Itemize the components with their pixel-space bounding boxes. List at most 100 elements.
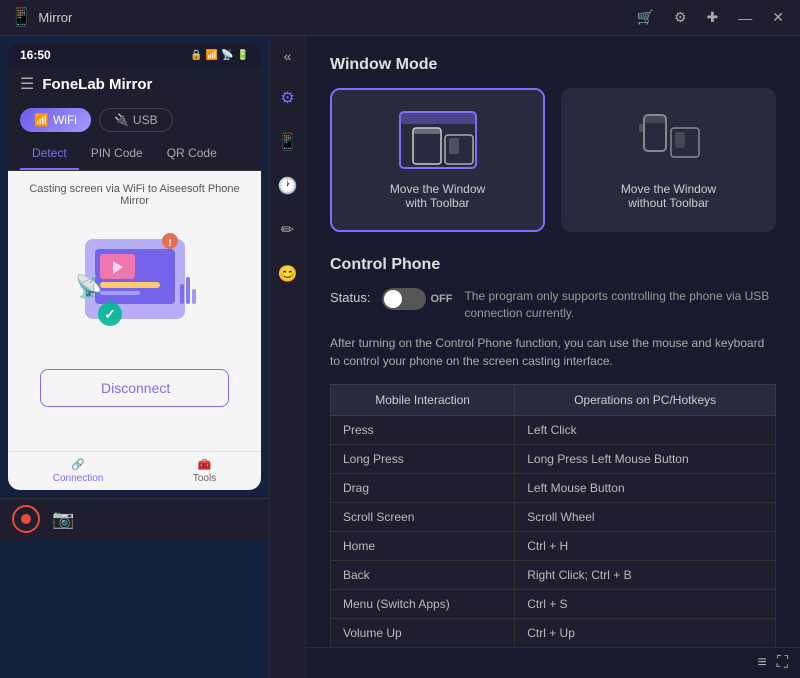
nav-tools[interactable]: 🧰 Tools (193, 458, 216, 484)
table-row: Menu (Switch Apps)Ctrl + S (331, 589, 776, 618)
mobile-interaction-cell: Long Press (331, 444, 515, 473)
table-row: HomeCtrl + H (331, 531, 776, 560)
bottom-right-bar: ≡ ⛶ (306, 647, 800, 678)
tools-icon: 🧰 (198, 458, 212, 471)
mobile-interaction-cell: Menu (Switch Apps) (331, 589, 515, 618)
svg-text:✓: ✓ (104, 306, 116, 322)
illustration-svg: ✓ 📡 ! (45, 219, 225, 359)
pc-hotkey-cell: Ctrl + H (515, 531, 776, 560)
svg-text:📡: 📡 (75, 272, 102, 299)
window-controls: 🛒 ⚙ ✚ — ✕ (631, 7, 790, 28)
usb-btn-icon: 🔌 (114, 113, 129, 127)
table-row: DragLeft Mouse Button (331, 473, 776, 502)
sidebar-collapse-button[interactable]: « (280, 44, 296, 68)
disconnect-button[interactable]: Disconnect (40, 369, 229, 407)
hotkey-table: Mobile Interaction Operations on PC/Hotk… (330, 384, 776, 647)
pc-hotkey-cell: Ctrl + S (515, 589, 776, 618)
connection-type-row: 📶 WiFi 🔌 USB (8, 102, 261, 138)
pc-hotkey-cell: Left Mouse Button (515, 473, 776, 502)
card-without-toolbar-label: Move the Windowwithout Toolbar (621, 182, 716, 210)
phone-nav: 🔗 Connection 🧰 Tools (8, 451, 261, 490)
minimize-button[interactable]: — (732, 8, 758, 28)
connection-icon: 🔗 (71, 458, 85, 471)
right-content: Window Mode Move the Windowwith Toolbar (306, 36, 800, 647)
window-mode-title: Window Mode (330, 56, 776, 74)
sidebar: « ⚙ 📱 🕐 ✏ 😊 (270, 36, 306, 678)
mobile-interaction-cell: Press (331, 415, 515, 444)
sidebar-phone-icon[interactable]: 📱 (274, 128, 302, 156)
mobile-interaction-cell: Home (331, 531, 515, 560)
window-card-without-toolbar[interactable]: Move the Windowwithout Toolbar (561, 88, 776, 232)
status-desc: The program only supports controlling th… (464, 288, 776, 322)
sidebar-emoji-icon[interactable]: 😊 (274, 260, 302, 288)
cart-icon[interactable]: 🛒 (631, 7, 660, 28)
phone-time: 16:50 (20, 48, 51, 62)
table-row: Scroll ScreenScroll Wheel (331, 502, 776, 531)
card-with-toolbar-icon (398, 110, 478, 170)
phone-status-bar: 16:50 🔒 📶 📡 🔋 (8, 44, 261, 66)
tab-detect[interactable]: Detect (20, 138, 79, 170)
pc-hotkey-cell: Ctrl + Up (515, 618, 776, 647)
phone-app-title: FoneLab Mirror (42, 76, 152, 93)
nav-connection[interactable]: 🔗 Connection (53, 458, 104, 484)
pc-hotkey-cell: Scroll Wheel (515, 502, 776, 531)
list-settings-icon[interactable]: ≡ (757, 654, 766, 672)
usb-button[interactable]: 🔌 USB (99, 108, 173, 132)
toggle-state-label: OFF (430, 293, 452, 305)
fullscreen-icon[interactable]: ⛶ (777, 654, 788, 672)
close-button[interactable]: ✕ (766, 7, 790, 28)
control-toggle[interactable] (382, 288, 426, 310)
right-panel: Window Mode Move the Windowwith Toolbar (306, 36, 800, 678)
card-with-toolbar-label: Move the Windowwith Toolbar (390, 182, 485, 210)
settings-icon[interactable]: ⚙ (668, 7, 693, 28)
signal-icon: 📡 (221, 50, 233, 61)
hamburger-menu[interactable]: ☰ (20, 74, 34, 94)
phone-header: ☰ FoneLab Mirror (8, 66, 261, 102)
casting-text: Casting screen via WiFi to Aiseesoft Pho… (20, 183, 249, 207)
title-bar: 📱 Mirror 🛒 ⚙ ✚ — ✕ (0, 0, 800, 36)
record-inner (21, 514, 31, 524)
control-desc: After turning on the Control Phone funct… (330, 334, 776, 370)
app-bottom-bar: 📷 (0, 498, 269, 539)
app-icon: 📱 (10, 7, 32, 28)
wifi-button[interactable]: 📶 WiFi (20, 108, 91, 132)
left-panel: 16:50 🔒 📶 📡 🔋 ☰ FoneLab Mirror 📶 WiFi (0, 36, 270, 678)
pc-hotkey-cell: Left Click (515, 415, 776, 444)
window-card-with-toolbar[interactable]: Move the Windowwith Toolbar (330, 88, 545, 232)
wifi-icon: 📶 (206, 50, 218, 61)
lock-icon: 🔒 (190, 50, 202, 61)
tab-qrcode[interactable]: QR Code (155, 138, 229, 170)
control-phone-title: Control Phone (330, 256, 776, 274)
sidebar-history-icon[interactable]: 🕐 (274, 172, 302, 200)
wifi-btn-icon: 📶 (34, 113, 49, 127)
pin-icon[interactable]: ✚ (701, 7, 725, 28)
col-header-pc: Operations on PC/Hotkeys (515, 384, 776, 415)
usb-btn-label: USB (133, 113, 158, 127)
toggle-wrap: OFF (382, 288, 452, 310)
record-button[interactable] (12, 505, 40, 533)
main-layout: 16:50 🔒 📶 📡 🔋 ☰ FoneLab Mirror 📶 WiFi (0, 36, 800, 678)
svg-text:!: ! (168, 238, 171, 249)
pc-hotkey-cell: Long Press Left Mouse Button (515, 444, 776, 473)
phone-illustration: ✓ 📡 ! (45, 219, 225, 359)
wifi-btn-label: WiFi (53, 113, 77, 127)
table-row: Long PressLong Press Left Mouse Button (331, 444, 776, 473)
phone-content-area: Casting screen via WiFi to Aiseesoft Pho… (8, 171, 261, 451)
table-row: PressLeft Click (331, 415, 776, 444)
screenshot-button[interactable]: 📷 (52, 509, 74, 530)
battery-icon: 🔋 (237, 50, 249, 61)
tab-pincode[interactable]: PIN Code (79, 138, 155, 170)
sidebar-edit-icon[interactable]: ✏ (274, 216, 302, 244)
phone-screen: 16:50 🔒 📶 📡 🔋 ☰ FoneLab Mirror 📶 WiFi (8, 44, 261, 490)
table-row: BackRight Click; Ctrl + B (331, 560, 776, 589)
control-status-row: Status: OFF The program only supports co… (330, 288, 776, 322)
pc-hotkey-cell: Right Click; Ctrl + B (515, 560, 776, 589)
nav-connection-label: Connection (53, 473, 104, 484)
status-label: Status: (330, 290, 370, 305)
detect-tabs: Detect PIN Code QR Code (8, 138, 261, 171)
col-header-mobile: Mobile Interaction (331, 384, 515, 415)
nav-tools-label: Tools (193, 473, 216, 484)
sidebar-settings-icon[interactable]: ⚙ (274, 84, 302, 112)
mobile-interaction-cell: Drag (331, 473, 515, 502)
window-mode-cards: Move the Windowwith Toolbar Move the Win… (330, 88, 776, 232)
